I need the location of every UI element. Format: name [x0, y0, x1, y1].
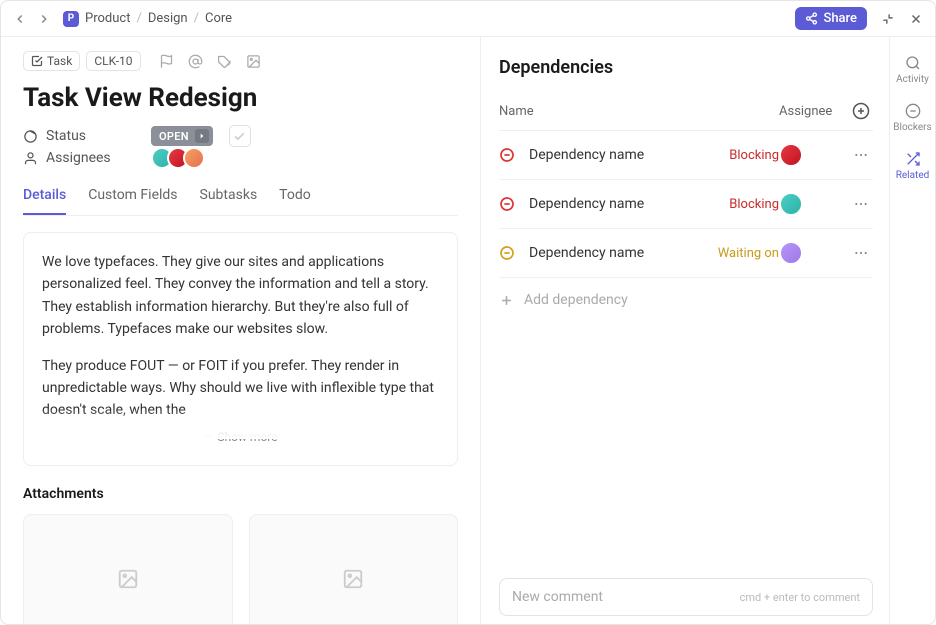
comment-hint: cmd + enter to comment [740, 591, 860, 604]
assignees-label: Assignees [23, 150, 151, 166]
description-card: We love typefaces. They give our sites a… [23, 232, 458, 466]
blocking-icon [499, 196, 519, 212]
description-paragraph: We love typefaces. They give our sites a… [42, 251, 439, 341]
tab-custom-fields[interactable]: Custom Fields [88, 177, 177, 215]
dependency-row[interactable]: Dependency name Waiting on [499, 229, 873, 278]
share-label: Share [823, 11, 857, 26]
image-icon[interactable] [246, 54, 261, 69]
breadcrumb-sep: / [194, 11, 199, 26]
dependency-assignee[interactable] [779, 192, 849, 216]
avatar [183, 147, 205, 169]
rail-blockers[interactable]: Blockers [890, 95, 935, 141]
dependency-row[interactable]: Dependency name Blocking [499, 180, 873, 229]
blocking-icon [499, 147, 519, 163]
col-assignee-header: Assignee [779, 104, 849, 119]
breadcrumb-core[interactable]: Core [205, 11, 232, 26]
share-button[interactable]: Share [795, 7, 867, 30]
tabs: Details Custom Fields Subtasks Todo [23, 177, 458, 216]
close-icon[interactable] [909, 12, 923, 26]
nav-forward[interactable] [37, 12, 51, 26]
add-column-button[interactable] [849, 102, 873, 120]
tab-details[interactable]: Details [23, 177, 66, 215]
collapse-icon[interactable] [881, 12, 895, 26]
task-type-chip[interactable]: Task [23, 51, 80, 71]
dependency-row[interactable]: Dependency name Blocking [499, 131, 873, 180]
avatar [779, 192, 803, 216]
tab-todo[interactable]: Todo [279, 177, 311, 215]
dependency-name: Dependency name [529, 196, 723, 212]
breadcrumb: P Product / Design / Core [63, 11, 232, 27]
status-label: Status [23, 128, 151, 144]
more-icon[interactable] [849, 196, 873, 212]
dependency-tag: Waiting on [718, 246, 779, 261]
task-title: Task View Redesign [23, 83, 458, 113]
attachment-slot[interactable] [23, 514, 233, 624]
project-icon: P [63, 11, 79, 27]
dependencies-title: Dependencies [499, 57, 873, 78]
nav-back[interactable] [13, 12, 27, 26]
waiting-icon [499, 245, 519, 261]
more-icon[interactable] [849, 245, 873, 261]
breadcrumb-product[interactable]: Product [85, 11, 130, 26]
task-type-label: Task [47, 54, 72, 68]
complete-checkbox[interactable] [229, 125, 251, 147]
dependency-name: Dependency name [529, 147, 723, 163]
mention-icon[interactable] [188, 54, 203, 69]
col-name-header: Name [499, 104, 779, 119]
dependency-tag: Blocking [729, 197, 779, 212]
add-dependency-label: Add dependency [524, 292, 628, 308]
task-id-chip[interactable]: CLK-10 [86, 51, 140, 71]
avatar [779, 241, 803, 265]
attachments-title: Attachments [23, 486, 458, 502]
more-icon[interactable] [849, 147, 873, 163]
avatar [779, 143, 803, 167]
tab-subtasks[interactable]: Subtasks [200, 177, 258, 215]
breadcrumb-design[interactable]: Design [148, 11, 188, 26]
tag-icon[interactable] [217, 54, 232, 69]
dependency-assignee[interactable] [779, 241, 849, 265]
rail-activity[interactable]: Activity [890, 47, 935, 93]
dependency-name: Dependency name [529, 245, 712, 261]
flag-icon[interactable] [159, 54, 174, 69]
assignee-avatars[interactable] [151, 147, 205, 169]
status-badge[interactable]: OPEN [151, 126, 213, 146]
dependency-tag: Blocking [729, 148, 779, 163]
breadcrumb-sep: / [136, 11, 141, 26]
add-dependency-button[interactable]: Add dependency [499, 278, 873, 322]
rail-related[interactable]: Related [890, 143, 935, 189]
dependency-assignee[interactable] [779, 143, 849, 167]
status-dropdown-icon [195, 129, 209, 143]
comment-placeholder: New comment [512, 589, 603, 605]
comment-input[interactable]: New comment cmd + enter to comment [499, 578, 873, 616]
attachment-slot[interactable] [249, 514, 459, 624]
